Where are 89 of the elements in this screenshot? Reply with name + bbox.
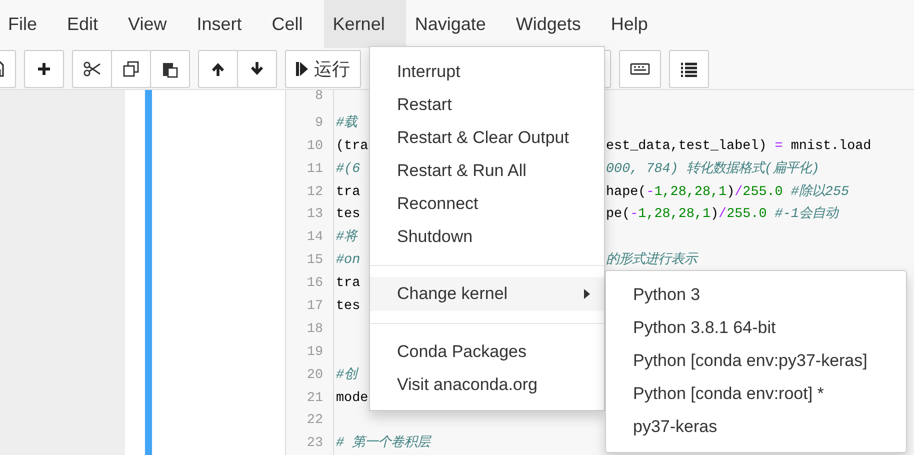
code-text: #on (336, 253, 360, 268)
paste-icon (162, 60, 178, 78)
code-text: est_data,test_label) (606, 138, 768, 154)
cut-button[interactable] (72, 50, 112, 88)
code-text: #将 (336, 230, 358, 246)
submenu-option[interactable]: Change kernel (370, 277, 604, 311)
code-text: (tra (336, 138, 368, 154)
paste-button[interactable] (150, 50, 190, 88)
copy-button[interactable] (111, 50, 151, 88)
move-down-button[interactable] (237, 50, 277, 88)
code-text: tes (336, 207, 360, 222)
menu-option[interactable]: Restart (370, 88, 604, 121)
line-number: 12 (286, 182, 334, 204)
menu-option[interactable]: Visit anaconda.org (370, 368, 604, 401)
code-text: 255.0 (742, 184, 783, 200)
menu-option[interactable]: Shutdown (370, 220, 604, 253)
code-text: # 第一个卷积层 (336, 436, 430, 452)
kernel-option[interactable]: Python [conda env:py37-keras] (606, 344, 906, 377)
code-text: 255.0 (726, 207, 767, 222)
line-number: 9 (286, 112, 334, 136)
keyboard-shortcuts-button[interactable] (619, 50, 661, 88)
line-number: 14 (286, 227, 334, 250)
menu-item[interactable]: Insert (188, 0, 263, 48)
menu-option[interactable]: Restart & Run All (370, 154, 604, 187)
run-button[interactable]: 运行 (285, 50, 361, 88)
code-text: 1,28,28,1 (638, 207, 710, 222)
code-text: hape( (606, 184, 646, 200)
code-text: mnist.load (790, 138, 872, 154)
menu-item[interactable]: Cell (262, 0, 324, 48)
code-text: mode (336, 390, 368, 406)
menu-item[interactable]: Help (602, 0, 669, 48)
menu-item[interactable]: File (0, 0, 58, 48)
code-text: #除以255 (790, 184, 850, 200)
arrow-up-icon (210, 61, 226, 77)
arrow-down-icon (249, 61, 265, 77)
line-number: 11 (286, 158, 334, 182)
code-text: tra (336, 184, 360, 200)
kernel-option[interactable]: Python 3 (606, 278, 906, 311)
menu-item[interactable]: Widgets (506, 0, 602, 48)
line-number: 20 (286, 364, 334, 388)
code-text: #-1会自动 (774, 207, 838, 222)
list-icon (680, 62, 698, 76)
line-number: 16 (286, 273, 334, 296)
kernel-option[interactable]: py37-keras (606, 410, 906, 443)
code-text: tra (336, 276, 360, 292)
code-text: = (774, 138, 783, 154)
code-text: pe( (606, 207, 630, 222)
line-number: 19 (286, 342, 334, 365)
code-text: 的形式进行表示 (606, 253, 697, 268)
code-text: #载 (336, 116, 358, 131)
line-number: 13 (286, 204, 334, 228)
keyboard-icon (630, 63, 650, 75)
menu-item[interactable]: Navigate (406, 0, 507, 48)
menu-item[interactable]: Kernel (324, 0, 406, 48)
code-text: / (734, 184, 743, 200)
copy-icon (123, 61, 139, 77)
menu-option[interactable]: Interrupt (370, 55, 604, 88)
code-text: / (718, 207, 727, 222)
step-forward-icon (296, 61, 308, 77)
code-text: ) (710, 207, 719, 222)
move-up-button[interactable] (198, 50, 238, 88)
code-text: - (646, 184, 654, 200)
menu-option[interactable]: Reconnect (370, 187, 604, 220)
code-text: 1,28,28,1 (654, 184, 727, 200)
code-text: #(6 (336, 162, 360, 177)
menu-item[interactable]: View (119, 0, 188, 48)
code-text: - (630, 207, 638, 222)
menu-item[interactable]: Edit (58, 0, 120, 48)
plus-icon (37, 62, 51, 76)
line-number: 18 (286, 318, 334, 342)
line-number: 17 (286, 296, 334, 319)
code-text: 000, 784) 转化数据格式(扁平化) (606, 162, 820, 177)
line-number: 23 (286, 433, 334, 455)
caret-right-icon (584, 289, 590, 299)
code-text: ) (726, 184, 735, 200)
cut-icon (83, 61, 101, 77)
line-number: 8 (286, 90, 334, 113)
line-number: 15 (286, 250, 334, 274)
insert-cell-button[interactable] (24, 50, 64, 88)
code-text: tes (336, 299, 360, 314)
menu-option[interactable]: Conda Packages (370, 335, 604, 368)
line-number: 21 (286, 388, 334, 410)
line-number: 10 (286, 136, 334, 159)
line-number: 22 (286, 410, 334, 434)
table-of-contents-button[interactable] (669, 50, 709, 88)
kernel-option[interactable]: Python 3.8.1 64-bit (606, 311, 906, 344)
kernel-option[interactable]: Python [conda env:root] * (606, 377, 906, 410)
menu-option[interactable]: Restart & Clear Output (370, 121, 604, 154)
code-text: #创 (336, 368, 358, 383)
